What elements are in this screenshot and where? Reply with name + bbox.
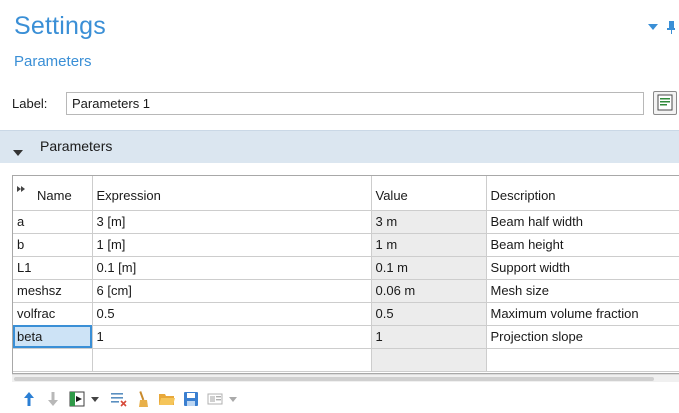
cell-name[interactable]: L1 [13,256,93,280]
label-caption: Label: [12,96,48,111]
cell-value: 1 m [371,233,487,257]
cell-name[interactable]: meshsz [13,279,93,303]
cell-expression[interactable]: 0.1 [m] [92,256,372,280]
table-row-empty[interactable] [13,348,679,372]
table-header-row: Name Expression Value Description [13,176,679,211]
fast-forward-icon [17,180,26,195]
cell-value: 3 m [371,210,487,234]
table-row[interactable]: volfrac 0.5 0.5 Maximum volume fraction [13,302,679,326]
cell-value: 0.06 m [371,279,487,303]
section-title: Parameters [40,138,113,154]
settings-title: Settings [14,12,106,40]
create-selection-icon[interactable] [204,389,226,409]
cell-name[interactable]: volfrac [13,302,93,326]
cell-expression[interactable]: 6 [cm] [92,279,372,303]
cell-value: 0.5 [371,302,487,326]
column-header-description[interactable]: Description [486,176,679,211]
clear-icon[interactable] [132,389,154,409]
move-down-icon[interactable] [42,389,64,409]
parameters-table: Name Expression Value Description a 3 [m… [12,175,679,374]
add-parameter-icon[interactable] [66,389,88,409]
table-row[interactable]: b 1 [m] 1 m Beam height [13,233,679,257]
header-icons [647,20,675,34]
parameters-section-header[interactable]: Parameters [0,130,679,163]
delete-icon[interactable] [108,389,130,409]
save-to-file-icon[interactable] [180,389,202,409]
cell-value: 0.1 m [371,256,487,280]
move-up-icon[interactable] [18,389,40,409]
label-edit-button[interactable] [653,91,677,115]
cell-description[interactable]: Maximum volume fraction [486,302,679,326]
label-row: Label: [12,91,679,116]
scrollbar-thumb[interactable] [14,377,654,381]
settings-subtitle: Parameters [14,53,92,70]
cell-name[interactable]: a [13,210,93,234]
cell-description[interactable]: Mesh size [486,279,679,303]
cell-description[interactable]: Beam half width [486,210,679,234]
window-menu-icon[interactable] [647,22,659,32]
table-row-selected[interactable]: beta 1 1 Projection slope [13,325,679,349]
table-row[interactable]: L1 0.1 [m] 0.1 m Support width [13,256,679,280]
cell-expression[interactable]: 0.5 [92,302,372,326]
parameters-toolbar [18,388,246,410]
cell-name[interactable]: b [13,233,93,257]
text-note-icon [657,94,673,111]
cell-value: 1 [371,325,487,349]
cell-expression[interactable]: 1 [92,325,372,349]
load-from-file-icon[interactable] [156,389,178,409]
table-row[interactable]: a 3 [m] 3 m Beam half width [13,210,679,234]
label-input[interactable] [66,92,644,115]
cell-expression[interactable]: 1 [m] [92,233,372,257]
cell-description[interactable]: Projection slope [486,325,679,349]
table-row[interactable]: meshsz 6 [cm] 0.06 m Mesh size [13,279,679,303]
horizontal-scrollbar[interactable] [12,374,679,382]
column-header-name[interactable]: Name [13,176,93,211]
cell-description[interactable]: Beam height [486,233,679,257]
column-header-value[interactable]: Value [371,176,487,211]
cell-name-selected[interactable]: beta [13,325,93,349]
chevron-down-icon[interactable] [228,389,238,409]
cell-description[interactable]: Support width [486,256,679,280]
cell-expression[interactable]: 3 [m] [92,210,372,234]
collapse-caret-icon[interactable] [13,144,23,162]
chevron-down-icon[interactable] [90,389,100,409]
pin-icon[interactable] [667,20,675,34]
column-header-expression[interactable]: Expression [92,176,372,211]
